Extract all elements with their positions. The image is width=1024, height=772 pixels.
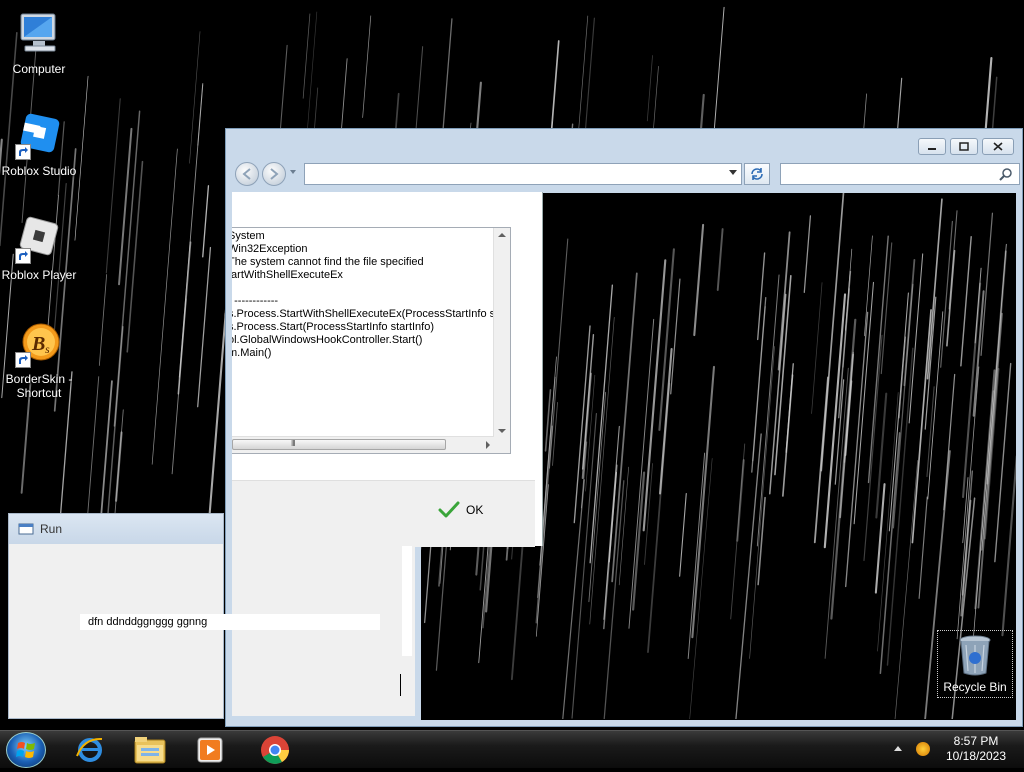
taskbar-chrome[interactable] xyxy=(255,733,295,767)
desktop-icon-label: Computer xyxy=(12,62,66,76)
recycle-bin-icon xyxy=(959,635,991,676)
error-detail-line: Win32Exception xyxy=(232,243,308,255)
shortcut-arrow-icon xyxy=(15,248,31,264)
file-explorer-icon xyxy=(134,737,166,764)
recent-pages-dropdown-icon[interactable] xyxy=(290,170,296,174)
run-open-input[interactable]: dfn ddnddggnggg ggnng xyxy=(80,614,380,630)
clock-date: 10/18/2023 xyxy=(945,749,1007,763)
refresh-icon xyxy=(751,168,763,180)
svg-text:s: s xyxy=(45,342,50,356)
taskbar-media-player[interactable] xyxy=(190,733,230,767)
chrome-icon xyxy=(261,736,289,764)
error-detail-line: s.Process.Start(ProcessStartInfo startIn… xyxy=(232,321,435,333)
error-detail-line: m.Main() xyxy=(232,347,272,359)
desktop-icon-label: BorderSkin - Shortcut xyxy=(5,372,73,400)
error-detail-line: : ------------ xyxy=(232,295,279,307)
computer-icon xyxy=(15,10,63,58)
address-bar[interactable] xyxy=(304,163,742,185)
taskbar-clock[interactable]: 8:57 PM 10/18/2023 xyxy=(936,734,1016,764)
error-dialog-footer: OK xyxy=(232,480,535,547)
error-detail-line: s.Process.StartWithShellExecuteEx(Proces… xyxy=(232,308,499,320)
maximize-icon xyxy=(959,142,969,151)
error-detail-line: System xyxy=(232,230,265,242)
desktop-icon-roblox-player[interactable]: Roblox Player xyxy=(1,216,77,282)
vertical-scrollbar[interactable] xyxy=(493,228,510,438)
error-dialog[interactable]: SystemWin32ExceptionThe system cannot fi… xyxy=(232,192,543,547)
refresh-button[interactable] xyxy=(744,163,770,185)
run-icon xyxy=(18,523,34,535)
clock-time: 8:57 PM xyxy=(953,734,999,748)
show-hidden-icons-icon[interactable] xyxy=(894,746,902,751)
error-details-textbox[interactable]: SystemWin32ExceptionThe system cannot fi… xyxy=(232,227,511,454)
ok-button[interactable]: OK xyxy=(438,497,483,523)
run-title: Run xyxy=(40,522,63,536)
horizontal-scrollbar[interactable]: III xyxy=(232,436,494,453)
navigation-bar xyxy=(232,161,1020,189)
start-button[interactable] xyxy=(6,732,46,768)
taskbar: 8:57 PM 10/18/2023 xyxy=(0,730,1024,768)
maximize-button[interactable] xyxy=(950,138,978,155)
checkmark-icon xyxy=(438,501,460,518)
ok-button-label: OK xyxy=(466,503,484,517)
address-dropdown-icon[interactable] xyxy=(729,170,737,175)
scroll-corner xyxy=(494,437,510,453)
back-button[interactable] xyxy=(235,162,259,186)
desktop-icon-label: Roblox Studio xyxy=(1,164,77,178)
back-arrow-icon xyxy=(242,168,251,180)
error-detail-line: ol.GlobalWindowsHookController.Start() xyxy=(232,334,423,346)
close-button[interactable] xyxy=(982,138,1014,155)
scroll-grip: III xyxy=(291,439,296,448)
horizontal-scroll-thumb[interactable]: III xyxy=(232,439,446,450)
minimize-button[interactable] xyxy=(918,138,946,155)
tray-app-icon[interactable] xyxy=(916,742,930,756)
scroll-right-icon[interactable] xyxy=(486,441,490,449)
desktop-icon-label: Roblox Player xyxy=(1,268,77,282)
text-cursor xyxy=(400,674,401,696)
scroll-down-icon[interactable] xyxy=(498,429,506,433)
desktop-icon-borderskin[interactable]: B s BorderSkin - Shortcut xyxy=(1,320,77,400)
shortcut-arrow-icon xyxy=(15,144,31,160)
borderskin-icon: B s xyxy=(15,320,63,368)
desktop-icon-computer[interactable]: Computer xyxy=(1,10,77,76)
roblox-studio-icon xyxy=(15,112,63,160)
windows-logo-icon xyxy=(16,742,35,758)
minimize-icon xyxy=(928,147,936,150)
taskbar-file-explorer[interactable] xyxy=(130,733,170,767)
run-titlebar[interactable]: Run xyxy=(9,514,223,544)
error-detail-line xyxy=(232,282,498,295)
error-detail-line: tartWithShellExecuteEx xyxy=(232,269,343,281)
svg-text:B: B xyxy=(31,333,45,355)
error-details-text: SystemWin32ExceptionThe system cannot fi… xyxy=(232,230,498,360)
run-dialog-extension xyxy=(232,546,415,716)
run-edge xyxy=(402,546,412,656)
search-icon[interactable] xyxy=(999,167,1013,181)
scroll-up-icon[interactable] xyxy=(498,233,506,237)
roblox-player-icon xyxy=(15,216,63,264)
desktop-icon-recycle-bin[interactable]: Recycle Bin xyxy=(937,630,1013,698)
recycle-bin-label: Recycle Bin xyxy=(943,680,1007,694)
internet-explorer-icon xyxy=(76,737,103,762)
media-player-icon xyxy=(197,737,223,763)
taskbar-internet-explorer[interactable] xyxy=(70,733,110,767)
error-detail-line: The system cannot find the file specifie… xyxy=(232,256,424,268)
search-box[interactable] xyxy=(780,163,1020,185)
forward-button[interactable] xyxy=(262,162,286,186)
forward-arrow-icon xyxy=(270,168,279,180)
desktop-icon-roblox-studio[interactable]: Roblox Studio xyxy=(1,112,77,178)
shortcut-arrow-icon xyxy=(15,352,31,368)
close-icon xyxy=(993,142,1003,151)
